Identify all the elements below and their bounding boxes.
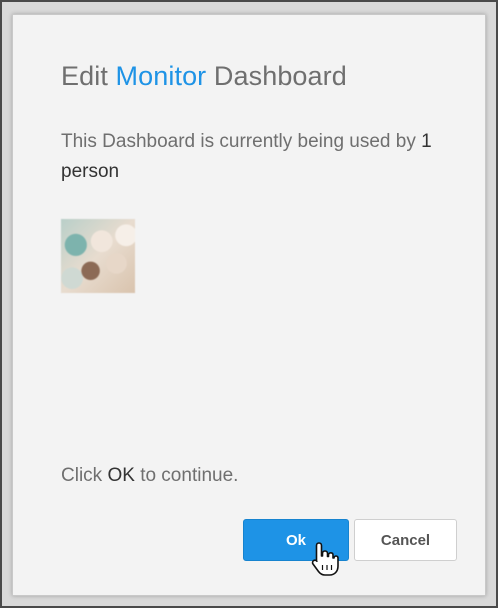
usage-message-text: This Dashboard is currently being used b… xyxy=(61,131,416,152)
continue-prefix: Click xyxy=(61,465,103,486)
continue-instruction: Click OK to continue. xyxy=(61,465,238,487)
hand-pointer-icon xyxy=(311,542,339,576)
usage-message: This Dashboard is currently being used b… xyxy=(61,127,461,187)
title-dashboard-name: Monitor xyxy=(115,61,207,91)
cancel-button[interactable]: Cancel xyxy=(354,519,457,561)
continue-suffix: to continue. xyxy=(140,465,239,486)
continue-keyword: OK xyxy=(107,465,135,486)
edit-dashboard-dialog: Edit Monitor Dashboard This Dashboard is… xyxy=(12,14,486,596)
user-avatar xyxy=(61,219,135,293)
title-prefix: Edit xyxy=(61,61,108,91)
dialog-title: Edit Monitor Dashboard xyxy=(61,61,347,92)
title-suffix: Dashboard xyxy=(213,61,347,91)
screenshot-frame: Edit Monitor Dashboard This Dashboard is… xyxy=(0,0,498,608)
